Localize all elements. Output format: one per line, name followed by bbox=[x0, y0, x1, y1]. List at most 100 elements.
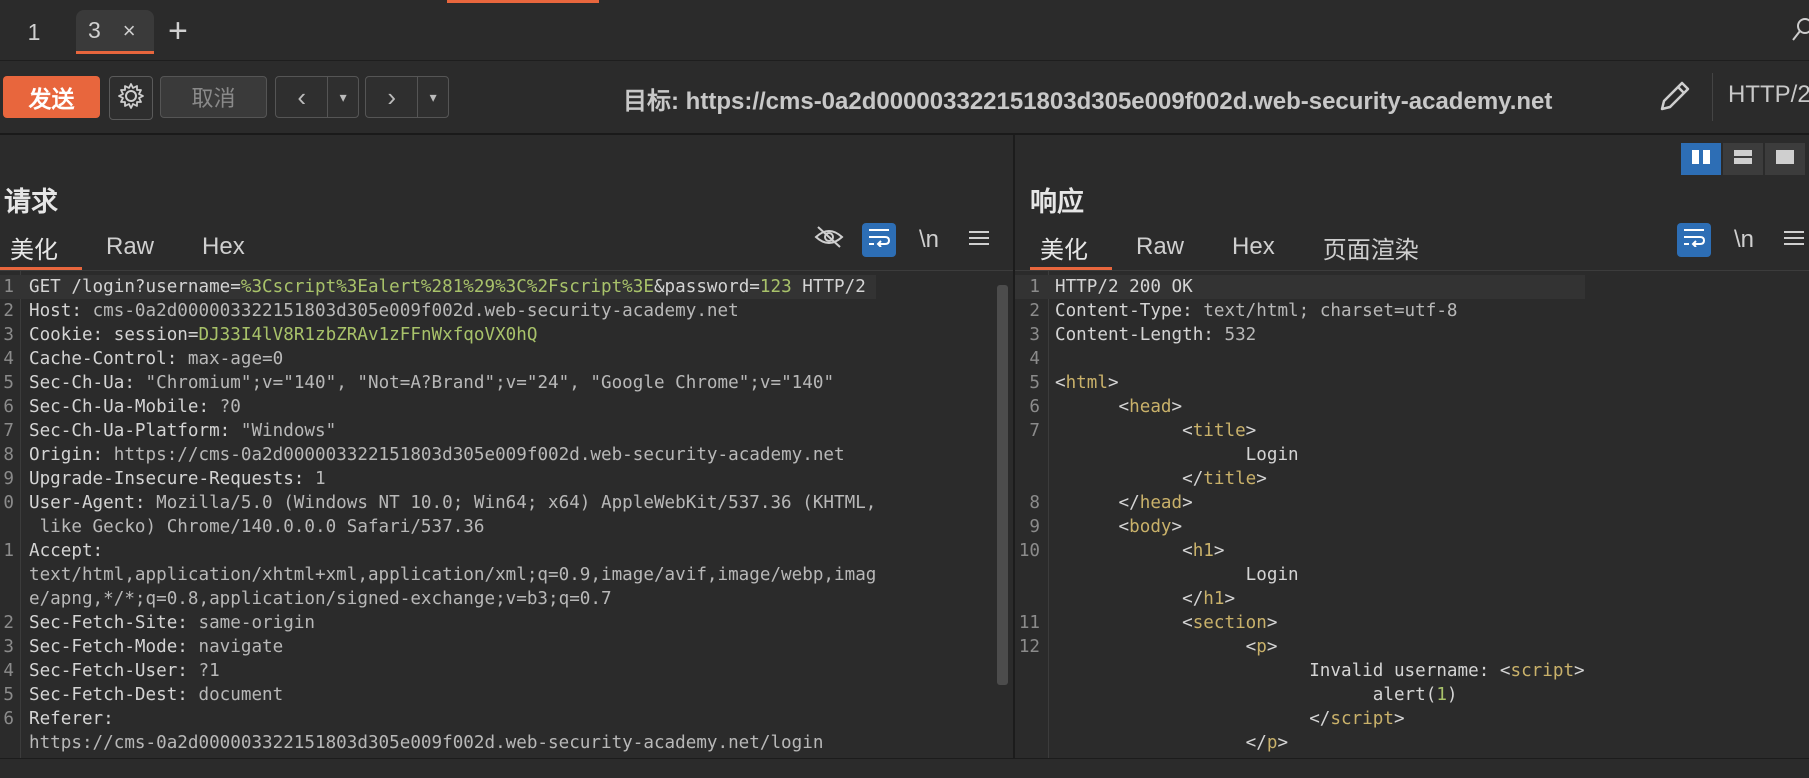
tab-accent-line bbox=[447, 0, 599, 3]
code-line: 6 <head> bbox=[1015, 395, 1585, 419]
line-number: 2 bbox=[3, 613, 14, 633]
line-number: 1 bbox=[3, 541, 14, 561]
back-dropdown-button[interactable]: ▾ bbox=[328, 77, 358, 117]
http-version-label[interactable]: HTTP/2 bbox=[1728, 81, 1809, 109]
line-number bbox=[1015, 659, 1040, 683]
line-text: </p> bbox=[1055, 733, 1289, 753]
code-line: 3 Cookie: session=DJ33I4lV8R1zbZRAv1zFFnW… bbox=[0, 323, 876, 347]
tab-raw[interactable]: Raw bbox=[1126, 227, 1208, 267]
edit-target-button[interactable] bbox=[1654, 75, 1696, 122]
forward-dropdown-button[interactable]: ▾ bbox=[418, 77, 448, 117]
menu-button[interactable] bbox=[962, 223, 996, 257]
line-number: 1 bbox=[3, 277, 14, 297]
send-button[interactable]: 发送 bbox=[3, 76, 100, 118]
line-text: HTTP/2 200 OK bbox=[1055, 277, 1193, 297]
request-editor[interactable]: 1 GET /login?username=%3Cscript%3Ealert%2… bbox=[0, 270, 1013, 761]
hide-whitespace-button[interactable] bbox=[812, 223, 846, 257]
settings-button[interactable] bbox=[109, 76, 153, 120]
line-number bbox=[1015, 683, 1040, 707]
line-number bbox=[1015, 443, 1040, 467]
code-line: </script> bbox=[1015, 707, 1585, 731]
line-text: Host: cms-0a2d000003322151803d305e009f00… bbox=[29, 301, 739, 321]
line-number: 7 bbox=[3, 421, 14, 441]
line-number bbox=[1015, 731, 1040, 755]
vertical-scrollbar[interactable] bbox=[997, 285, 1008, 685]
line-text: Sec-Fetch-Site: same-origin bbox=[29, 613, 316, 633]
gear-icon bbox=[116, 81, 146, 116]
code-line: 6 Referer: bbox=[0, 707, 876, 731]
response-editor-tools: \n bbox=[1677, 223, 1809, 257]
wrap-lines-button[interactable] bbox=[862, 223, 896, 257]
tab-hex[interactable]: Hex bbox=[1222, 227, 1299, 267]
toolbar-divider bbox=[1712, 73, 1713, 121]
code-line: 2 Sec-Fetch-Site: same-origin bbox=[0, 611, 876, 635]
line-number: 6 bbox=[3, 397, 14, 417]
wrap-lines-button[interactable] bbox=[1677, 223, 1711, 257]
line-text: like Gecko) Chrome/140.0.0.0 Safari/537.… bbox=[29, 517, 485, 537]
code-line: https://cms-0a2d000003322151803d305e009f… bbox=[0, 731, 876, 755]
hamburger-icon bbox=[968, 226, 990, 254]
line-text: <head> bbox=[1055, 397, 1183, 417]
tab-render[interactable]: 页面渲染 bbox=[1313, 227, 1443, 267]
tab-pretty[interactable]: 美化 bbox=[1030, 227, 1112, 270]
menu-button[interactable] bbox=[1777, 223, 1809, 257]
code-line: 3 Content-Length: 532 bbox=[1015, 323, 1585, 347]
line-text: Login bbox=[1055, 445, 1299, 465]
line-number bbox=[0, 515, 14, 539]
line-text: Sec-Ch-Ua-Mobile: ?0 bbox=[29, 397, 241, 417]
line-number bbox=[0, 731, 14, 755]
response-view-tabs: 美化 Raw Hex 页面渲染 bbox=[1030, 227, 1457, 270]
tab-hex[interactable]: Hex bbox=[192, 227, 269, 267]
line-number: 3 bbox=[3, 325, 14, 345]
code-line: 1 GET /login?username=%3Cscript%3Ealert%2… bbox=[0, 275, 877, 299]
tab-3[interactable]: 3 × bbox=[76, 10, 154, 54]
code-line: 1 HTTP/2 200 OK bbox=[1015, 275, 1585, 299]
code-line: 5 Sec-Ch-Ua: "Chromium";v="140", "Not=A?B… bbox=[0, 371, 876, 395]
line-text: Accept: bbox=[29, 541, 114, 561]
line-text: <html> bbox=[1055, 373, 1119, 393]
code-line: 4 bbox=[1015, 347, 1585, 371]
line-number bbox=[1015, 467, 1040, 491]
line-number bbox=[0, 587, 14, 611]
code-line: 12 <p> bbox=[1015, 635, 1585, 659]
newline-toggle-button[interactable]: \n bbox=[1727, 223, 1761, 257]
response-editor[interactable]: 1 HTTP/2 200 OK 2 Content-Type: text/html; … bbox=[1015, 270, 1809, 761]
tab-raw[interactable]: Raw bbox=[96, 227, 178, 267]
code-line: 9 Upgrade-Insecure-Requests: 1 bbox=[0, 467, 876, 491]
code-line: 11 <section> bbox=[1015, 611, 1585, 635]
target-display: 目标: https://cms-0a2d000003322151803d305e… bbox=[623, 81, 1552, 116]
line-number: 6 bbox=[1029, 397, 1040, 417]
eye-off-icon bbox=[814, 225, 844, 256]
code-line: 3 Sec-Fetch-Mode: navigate bbox=[0, 635, 876, 659]
tab-pretty[interactable]: 美化 bbox=[0, 227, 82, 270]
line-number bbox=[1015, 587, 1040, 611]
close-icon[interactable]: × bbox=[123, 18, 136, 44]
cancel-button[interactable]: 取消 bbox=[160, 76, 267, 118]
search-icon[interactable] bbox=[1790, 16, 1809, 49]
add-tab-button[interactable]: + bbox=[168, 12, 188, 51]
line-text: alert(1) bbox=[1055, 685, 1458, 705]
code-line: 4 Sec-Fetch-User: ?1 bbox=[0, 659, 876, 683]
line-number: 3 bbox=[3, 637, 14, 657]
line-number: 5 bbox=[3, 685, 14, 705]
line-number: 9 bbox=[3, 469, 14, 489]
forward-button[interactable]: › bbox=[366, 77, 419, 117]
line-text: Sec-Ch-Ua: "Chromium";v="140", "Not=A?Br… bbox=[29, 373, 835, 393]
code-line: 2 Content-Type: text/html; charset=utf-8 bbox=[1015, 299, 1585, 323]
line-number: 6 bbox=[3, 709, 14, 729]
request-view-tabs: 美化 Raw Hex bbox=[0, 227, 283, 270]
code-line: 1 Accept: bbox=[0, 539, 876, 563]
code-line: 4 Cache-Control: max-age=0 bbox=[0, 347, 876, 371]
line-text: </title> bbox=[1055, 469, 1267, 489]
wrap-icon bbox=[867, 226, 891, 254]
line-number bbox=[1015, 563, 1040, 587]
back-button[interactable]: ‹ bbox=[276, 77, 329, 117]
line-text: Content-Length: 532 bbox=[1055, 325, 1257, 345]
line-text: User-Agent: Mozilla/5.0 (Windows NT 10.0… bbox=[29, 493, 877, 513]
line-number: 2 bbox=[3, 301, 14, 321]
code-line: Login bbox=[1015, 443, 1585, 467]
request-editor-tools: \n bbox=[812, 223, 996, 257]
tab-1[interactable]: 1 bbox=[0, 10, 68, 54]
code-line: </h1> bbox=[1015, 587, 1585, 611]
newline-toggle-button[interactable]: \n bbox=[912, 223, 946, 257]
